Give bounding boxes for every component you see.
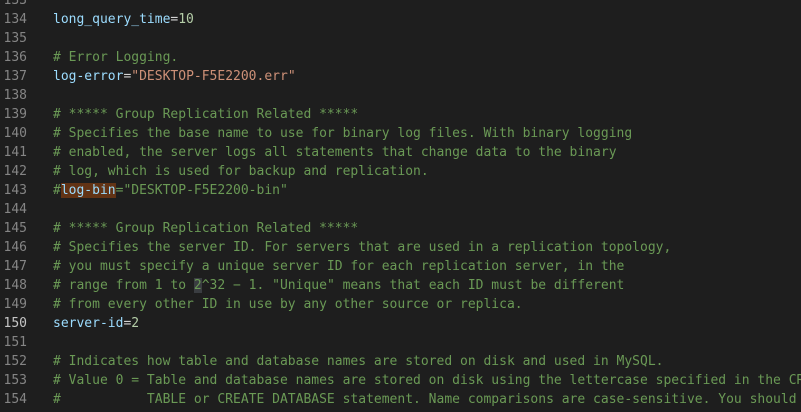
code-token: 2 — [131, 316, 140, 331]
code-line[interactable]: 150 server-id=2 — [0, 314, 801, 333]
line-number: 137 — [3, 69, 27, 84]
code-line[interactable]: 134 long_query_time=10 — [0, 10, 801, 29]
line-content[interactable]: # enabled, the server logs all statement… — [53, 143, 617, 162]
code-token: # ***** Group Replication Related ***** — [53, 221, 359, 236]
code-token: # Specifies the server ID. For servers t… — [53, 240, 672, 255]
line-content[interactable]: # ***** Group Replication Related ***** — [53, 105, 358, 124]
code-line[interactable]: 149 # from every other ID in use by any o… — [0, 295, 801, 314]
code-line[interactable]: 142 # log, which is used for backup and r… — [0, 162, 801, 181]
code-token: server-id — [53, 316, 124, 331]
code-token: 10 — [178, 12, 194, 27]
code-token: # TABLE or CREATE DATABASE statement. Na… — [53, 392, 801, 407]
editor-lines: 133 134 long_query_time=10 135 136 # Error Lo… — [0, 0, 801, 409]
code-token: # ***** Group Replication Related ***** — [53, 107, 359, 122]
line-number: 145 — [3, 221, 27, 236]
code-line[interactable]: 136 # Error Logging. — [0, 48, 801, 67]
line-number: 135 — [3, 31, 27, 46]
line-content[interactable]: # TABLE or CREATE DATABASE statement. Na… — [53, 390, 801, 409]
code-token: # Error Logging. — [53, 50, 179, 65]
line-content[interactable]: long_query_time=10 — [53, 10, 194, 29]
code-line[interactable]: 140 # Specifies the base name to use for … — [0, 124, 801, 143]
code-token: long_query_time — [53, 12, 171, 27]
line-number: 136 — [3, 50, 27, 65]
line-number: 139 — [3, 107, 27, 122]
code-token: # you must specify a unique server ID fo… — [53, 259, 625, 274]
line-content[interactable]: # Specifies the server ID. For servers t… — [53, 238, 671, 257]
line-number: 133 — [3, 0, 27, 8]
line-number: 144 — [3, 202, 27, 217]
code-token: log-error — [53, 69, 124, 84]
line-number: 151 — [3, 335, 27, 350]
code-line[interactable]: 135 — [0, 29, 801, 48]
code-editor[interactable]: 133 134 long_query_time=10 135 136 # Error Lo… — [0, 0, 801, 412]
code-line[interactable]: 147 # you must specify a unique server ID… — [0, 257, 801, 276]
code-token: # Specifies the base name to use for bin… — [53, 126, 633, 141]
code-line[interactable]: 133 — [0, 0, 801, 10]
line-content[interactable]: # range from 1 to 2^32 − 1. "Unique" mea… — [53, 276, 624, 295]
code-line[interactable]: 154 # TABLE or CREATE DATABASE statement.… — [0, 390, 801, 409]
line-content[interactable]: # log, which is used for backup and repl… — [53, 162, 429, 181]
code-line[interactable]: 145 # ***** Group Replication Related ***… — [0, 219, 801, 238]
code-token: # log, which is used for backup and repl… — [53, 164, 429, 179]
line-number: 141 — [3, 145, 27, 160]
code-line[interactable]: 139 # ***** Group Replication Related ***… — [0, 105, 801, 124]
code-token: # from every other ID in use by any othe… — [53, 297, 523, 312]
code-token: log-bin — [60, 183, 116, 198]
line-number: 142 — [3, 164, 27, 179]
line-content[interactable]: # Indicates how table and database names… — [53, 352, 663, 371]
code-line[interactable]: 141 # enabled, the server logs all statem… — [0, 143, 801, 162]
code-line[interactable]: 153 # Value 0 = Table and database names … — [0, 371, 801, 390]
code-token: "DESKTOP-F5E2200-bin" — [123, 183, 288, 198]
line-content[interactable]: server-id=2 — [53, 314, 139, 333]
line-number: 147 — [3, 259, 27, 274]
code-token: # Indicates how table and database names… — [53, 354, 664, 369]
code-token: # — [53, 183, 61, 198]
line-number: 134 — [3, 12, 27, 27]
line-content[interactable]: # Error Logging. — [53, 48, 178, 67]
line-content[interactable]: # Specifies the base name to use for bin… — [53, 124, 632, 143]
code-line[interactable]: 138 — [0, 86, 801, 105]
line-number: 154 — [3, 392, 27, 407]
line-content[interactable]: # you must specify a unique server ID fo… — [53, 257, 624, 276]
code-line[interactable]: 144 — [0, 200, 801, 219]
code-token: "DESKTOP-F5E2200.err" — [131, 69, 296, 84]
code-line[interactable]: 148 # range from 1 to 2^32 − 1. "Unique" … — [0, 276, 801, 295]
code-line[interactable]: 151 — [0, 333, 801, 352]
code-token: ^32 − 1. "Unique" means that each ID mus… — [201, 278, 625, 293]
line-number: 152 — [3, 354, 27, 369]
code-line[interactable]: 152 # Indicates how table and database na… — [0, 352, 801, 371]
line-number: 148 — [3, 278, 27, 293]
line-number: 140 — [3, 126, 27, 141]
line-content[interactable]: #log-bin="DESKTOP-F5E2200-bin" — [53, 181, 288, 200]
line-content[interactable]: # from every other ID in use by any othe… — [53, 295, 523, 314]
code-token: # range from 1 to — [53, 278, 194, 293]
line-number: 138 — [3, 88, 27, 103]
code-token: # Value 0 = Table and database names are… — [53, 373, 801, 388]
line-number: 149 — [3, 297, 27, 312]
line-number: 150 — [3, 316, 27, 331]
code-line[interactable]: 146 # Specifies the server ID. For server… — [0, 238, 801, 257]
code-token: # enabled, the server logs all statement… — [53, 145, 617, 160]
line-content[interactable]: # ***** Group Replication Related ***** — [53, 219, 358, 238]
code-line[interactable]: 137 log-error="DESKTOP-F5E2200.err" — [0, 67, 801, 86]
code-token: 2 — [193, 278, 202, 293]
line-content[interactable]: # Value 0 = Table and database names are… — [53, 371, 801, 390]
line-content[interactable]: log-error="DESKTOP-F5E2200.err" — [53, 67, 296, 86]
line-number: 153 — [3, 373, 27, 388]
code-line[interactable]: 143 #log-bin="DESKTOP-F5E2200-bin" — [0, 181, 801, 200]
line-number: 143 — [3, 183, 27, 198]
line-number: 146 — [3, 240, 27, 255]
